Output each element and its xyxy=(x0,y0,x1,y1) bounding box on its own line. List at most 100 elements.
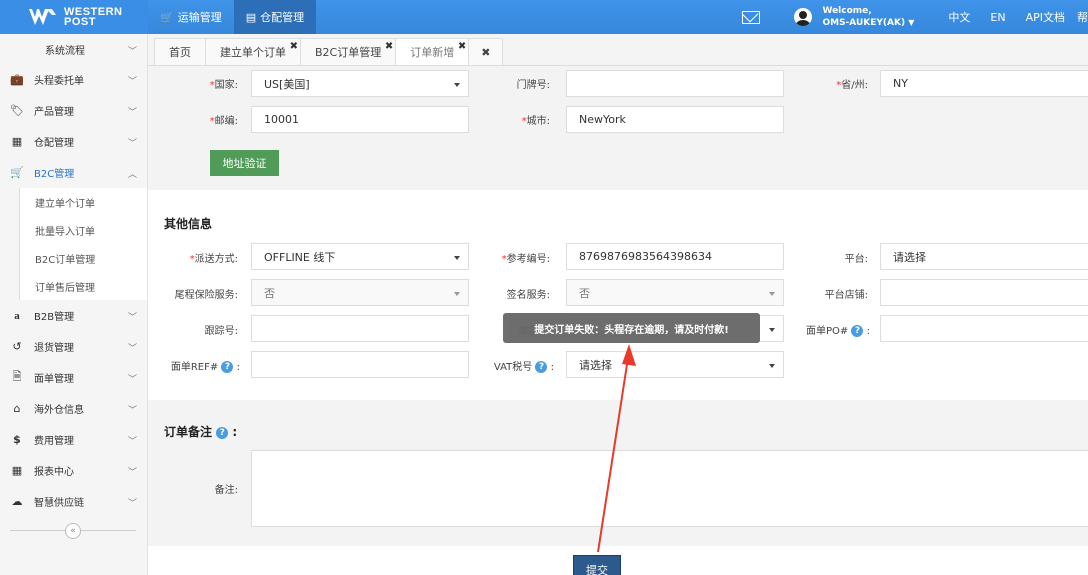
tracking-label: 跟踪号: xyxy=(204,326,238,337)
sidebar-sub-create-order[interactable]: 建立单个订单 xyxy=(19,188,147,216)
sidebar-item-returns[interactable]: ↺ 退货管理 ﹀ xyxy=(0,331,147,362)
po-input[interactable] xyxy=(880,315,1088,342)
amazon-icon: a xyxy=(14,309,20,322)
tab-b2c-orders[interactable]: B2C订单管理 ✖ xyxy=(300,38,397,65)
shop-input[interactable] xyxy=(880,279,1088,306)
signature-select[interactable]: 否 xyxy=(566,279,784,306)
tag-icon: 🏷 xyxy=(10,104,24,117)
state-input[interactable]: NY xyxy=(880,70,1088,97)
sidebar-sub-after-sales[interactable]: 订单售后管理 xyxy=(19,272,147,300)
tab-home[interactable]: 首页 xyxy=(154,38,206,65)
sidebar-sub-batch-import[interactable]: 批量导入订单 xyxy=(19,216,147,244)
chevron-down-icon: ﹀ xyxy=(127,468,137,478)
sidebar-item-fees[interactable]: $ 费用管理 ﹀ xyxy=(0,424,147,455)
nav-warehouse-label: 仓配管理 xyxy=(260,11,305,24)
chevron-down-icon: ﹀ xyxy=(127,47,137,57)
help-icon[interactable]: ? xyxy=(216,426,229,439)
signature-label: 签名服务: xyxy=(506,290,550,301)
chevron-down-icon: ▼ xyxy=(908,17,915,27)
chevron-down-icon: ﹀ xyxy=(127,499,137,509)
notes-textarea[interactable] xyxy=(251,450,1088,527)
insurance-label: 尾程保险服务: xyxy=(174,290,238,301)
close-all-tabs-button[interactable]: ✖ xyxy=(468,38,504,65)
sidebar-item-system-flow[interactable]: 系统流程 ﹀ xyxy=(0,34,147,64)
lang-zh-link[interactable]: 中文 xyxy=(948,9,970,25)
main-content: *国家: US[美国] 门牌号: *省/州: NY *邮编: 10001 *城市… xyxy=(148,66,1088,575)
close-icon: ✖ xyxy=(481,45,491,59)
sidebar-item-products[interactable]: 🏷 产品管理 ﹀ xyxy=(0,95,147,126)
user-menu[interactable]: Welcome, OMS-AUKEY(AK) ▼ xyxy=(822,6,914,29)
delivery-label: *派送方式: xyxy=(189,254,238,265)
close-icon[interactable]: ✖ xyxy=(385,41,393,52)
welcome-text: Welcome, xyxy=(822,5,872,16)
sidebar-item-reports[interactable]: ▦ 报表中心 ﹀ xyxy=(0,455,147,486)
platform-select[interactable]: 请选择 xyxy=(880,243,1088,270)
tracking-input[interactable] xyxy=(251,315,469,342)
sidebar-item-warehouse[interactable]: ▦ 仓配管理 ﹀ xyxy=(0,126,147,157)
sidebar-item-supply-chain[interactable]: ☁ 智慧供应链 ﹀ xyxy=(0,486,147,517)
sidebar-item-overseas[interactable]: ⌂ 海外仓信息 ﹀ xyxy=(0,393,147,424)
platform-label: 平台: xyxy=(844,254,868,265)
chevron-down-icon: ﹀ xyxy=(127,77,137,87)
vat-label: VAT税号 ? : xyxy=(493,361,554,373)
grid-icon: ▦ xyxy=(11,135,23,148)
api-docs-link[interactable]: API文档 xyxy=(1026,9,1065,25)
top-nav: 🛒 运输管理 ▤ 仓配管理 xyxy=(148,0,317,34)
close-icon[interactable]: ✖ xyxy=(290,41,298,52)
notes-label: 备注: xyxy=(214,485,238,496)
zip-label: *邮编: xyxy=(209,116,238,127)
document-icon: 🗎 xyxy=(12,370,22,383)
notes-title: 订单备注 ? : xyxy=(164,425,238,439)
cart-icon: 🛒 xyxy=(10,166,24,179)
sidebar-item-b2b[interactable]: a B2B管理 ﹀ xyxy=(0,300,147,331)
dollar-icon: $ xyxy=(13,433,21,446)
chevron-down-icon: ﹀ xyxy=(127,344,137,354)
submit-button[interactable]: 提交 xyxy=(573,555,621,575)
home-icon: ⌂ xyxy=(13,402,21,415)
ref-input[interactable] xyxy=(251,351,469,378)
avatar[interactable] xyxy=(794,8,813,26)
reference-number-input[interactable]: 8769876983564398634 xyxy=(566,243,784,270)
ref-label: 面单REF# ? : xyxy=(170,361,240,373)
chevron-down-icon: ﹀ xyxy=(127,406,137,416)
logo[interactable]: WESTERN POST xyxy=(0,0,148,34)
city-label: *城市: xyxy=(521,116,550,127)
sidebar-item-headhaul[interactable]: 💼 头程委托单 ﹀ xyxy=(0,64,147,95)
undo-icon: ↺ xyxy=(12,340,22,353)
tab-new-order[interactable]: 订单新增 ✖ xyxy=(395,38,470,65)
delivery-method-select[interactable]: OFFLINE 线下 xyxy=(251,243,469,270)
top-bar: WESTERN POST 🛒 运输管理 ▤ 仓配管理 Welcome, OMS-… xyxy=(0,0,1088,34)
chevron-down-icon: ﹀ xyxy=(127,108,137,118)
sidebar-sub-b2c-orders[interactable]: B2C订单管理 xyxy=(19,244,147,272)
nav-warehouse[interactable]: ▤ 仓配管理 xyxy=(233,0,317,34)
tab-bar: 首页 建立单个订单 ✖ B2C订单管理 ✖ 订单新增 ✖ ✖ xyxy=(148,34,1088,66)
help-icon[interactable]: ? xyxy=(851,325,864,337)
clipboard-icon: ▤ xyxy=(245,10,257,24)
country-label: *国家: xyxy=(209,80,238,91)
state-label: *省/州: xyxy=(836,80,868,91)
po-label: 面单PO# ? : xyxy=(805,325,870,337)
collapse-sidebar-button[interactable]: « xyxy=(65,523,81,539)
zip-input[interactable]: 10001 xyxy=(251,106,469,133)
sidebar-item-labels[interactable]: 🗎 面单管理 ﹀ xyxy=(0,362,147,393)
door-number-input[interactable] xyxy=(566,70,784,97)
close-icon[interactable]: ✖ xyxy=(458,41,466,52)
sidebar-item-b2c[interactable]: 🛒 B2C管理 ︿ xyxy=(0,157,147,188)
door-number-label: 门牌号: xyxy=(516,80,550,91)
chevron-down-icon: ﹀ xyxy=(127,313,137,323)
vat-select[interactable]: 请选择 xyxy=(566,351,784,378)
tab-create-order[interactable]: 建立单个订单 ✖ xyxy=(205,38,301,65)
country-select[interactable]: US[美国] xyxy=(251,70,469,97)
shop-label: 平台店铺: xyxy=(824,290,868,301)
lang-en-link[interactable]: EN xyxy=(990,11,1005,24)
chevron-down-icon: ﹀ xyxy=(127,375,137,385)
help-link[interactable]: 帮 xyxy=(1077,9,1088,25)
city-input[interactable]: NewYork xyxy=(566,106,784,133)
help-icon[interactable]: ? xyxy=(221,361,234,373)
mail-icon[interactable] xyxy=(742,10,761,24)
chevron-up-icon: ︿ xyxy=(127,170,137,180)
address-verify-button[interactable]: 地址验证 xyxy=(210,150,279,176)
help-icon[interactable]: ? xyxy=(535,361,548,373)
nav-transport[interactable]: 🛒 运输管理 xyxy=(148,0,234,34)
insurance-select[interactable]: 否 xyxy=(251,279,469,306)
